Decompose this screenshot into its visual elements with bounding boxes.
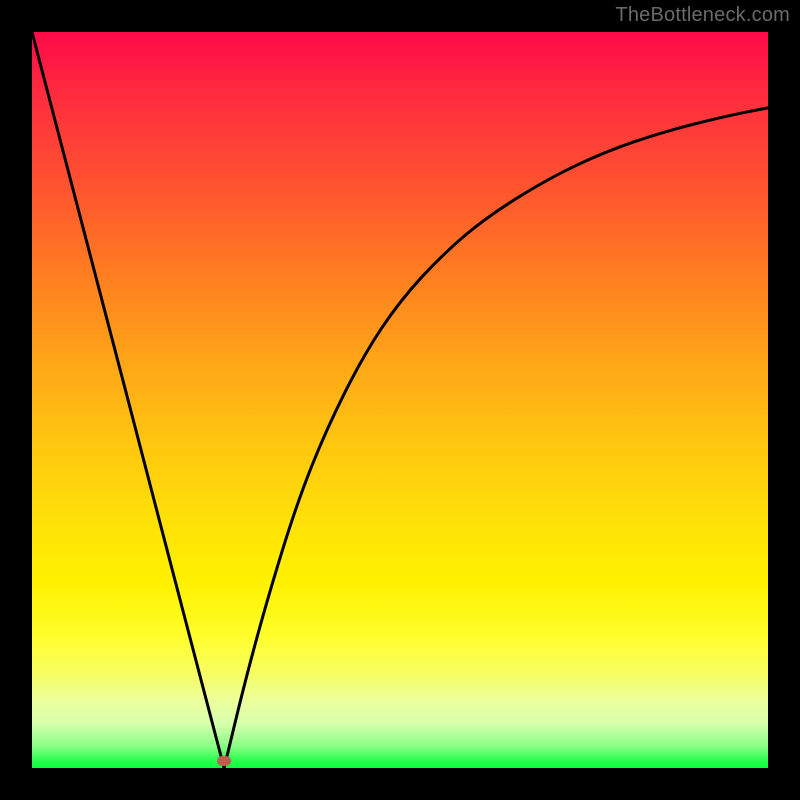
plot-area <box>32 32 768 768</box>
optimal-marker <box>217 756 231 766</box>
watermark-label: TheBottleneck.com <box>615 4 790 27</box>
bottleneck-curve <box>32 32 768 768</box>
chart-frame: TheBottleneck.com <box>0 0 800 800</box>
